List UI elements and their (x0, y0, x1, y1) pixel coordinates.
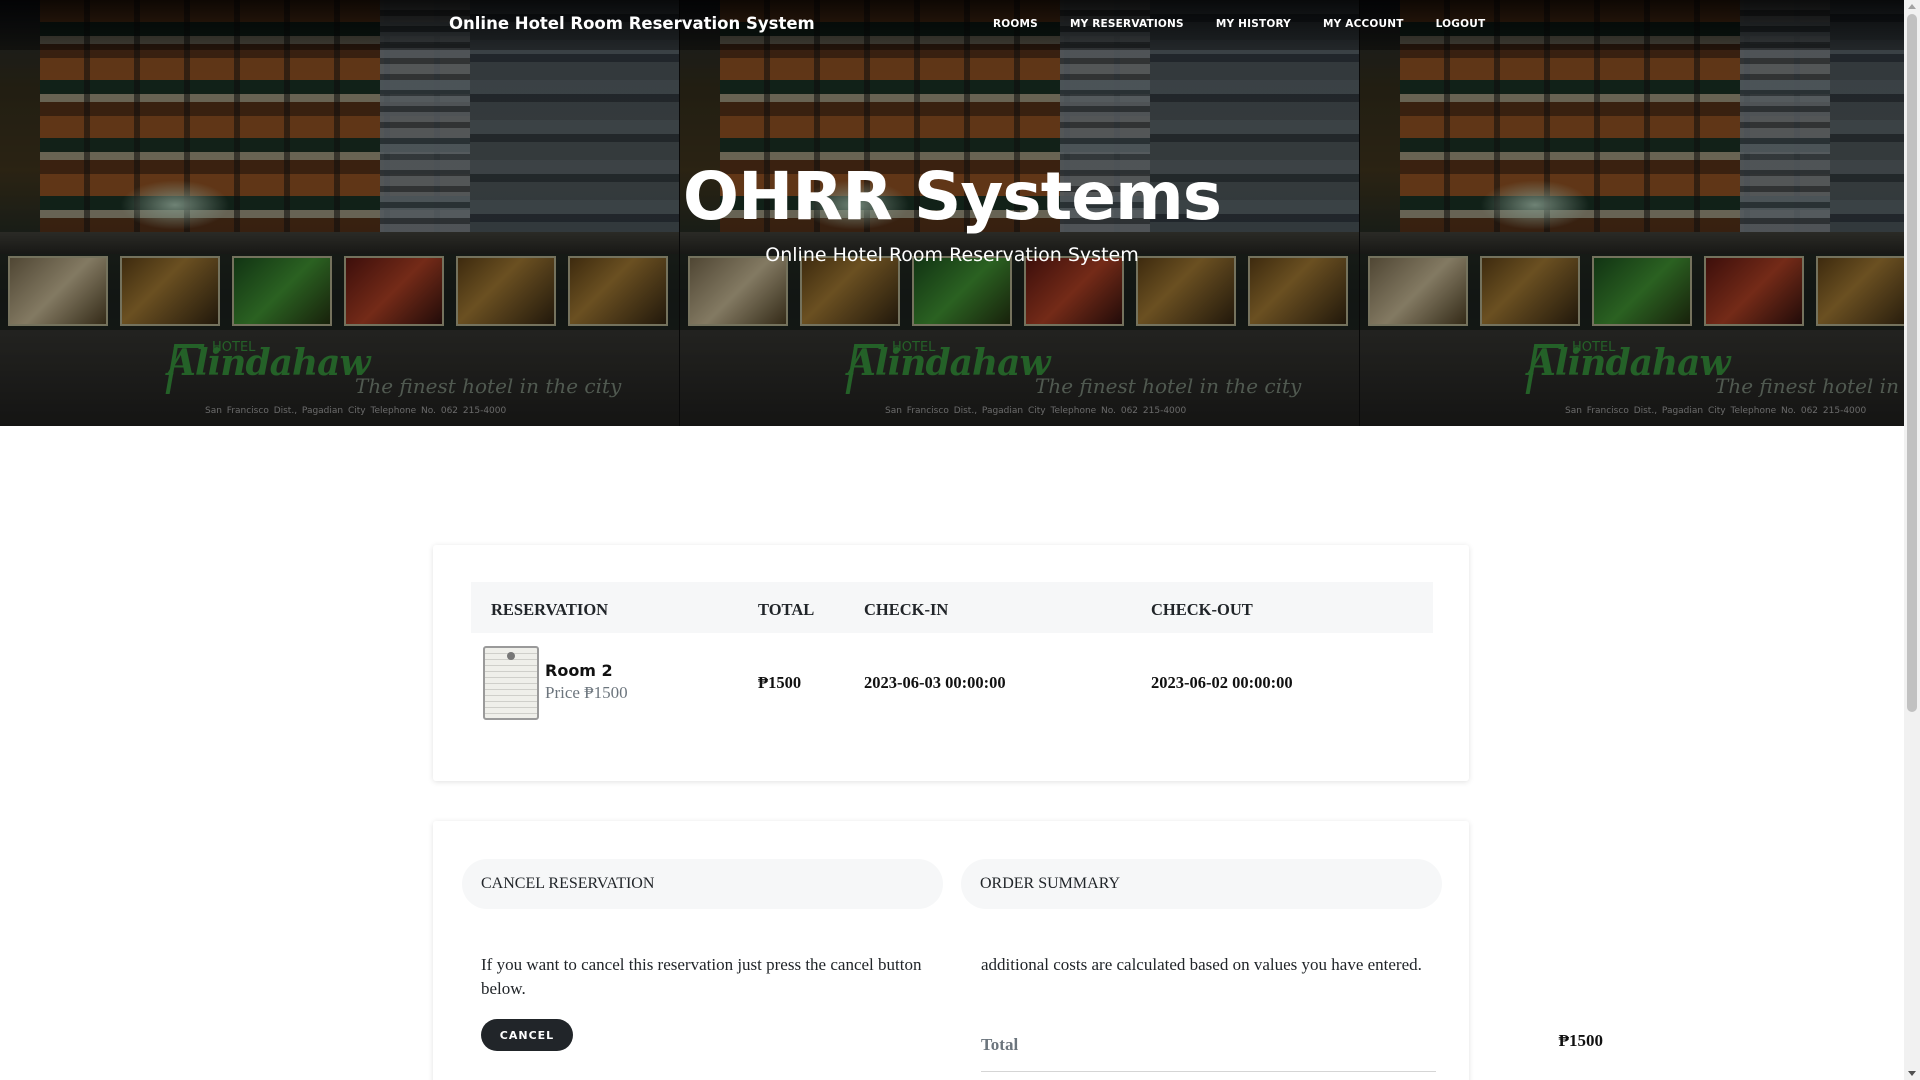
hero-title: OHRR Systems (682, 158, 1222, 235)
column-header-check-in: CHECK-IN (864, 600, 949, 619)
scrollbar-thumb[interactable] (1907, 14, 1917, 712)
cancel-reservation-title: CANCEL RESERVATION (481, 875, 655, 892)
nav-link-rooms[interactable]: ROOMS (993, 18, 1038, 30)
hero-banner: HOTEL Alindahaw The finest hotel in the … (0, 0, 1904, 426)
table-header-row: RESERVATION TOTAL CHECK-IN CHECK-OUT (471, 582, 1433, 633)
nav-link-logout[interactable]: LOGOUT (1436, 18, 1486, 30)
cancel-button[interactable]: CANCEL (481, 1019, 573, 1051)
room-thumbnail-image (483, 646, 539, 720)
summary-note: additional costs are calculated based on… (981, 955, 1422, 974)
cancel-instructions: If you want to cancel this reservation j… (481, 955, 922, 998)
column-header-reservation: RESERVATION (491, 600, 609, 619)
column-header-total: TOTAL (758, 600, 815, 619)
scroll-up-arrow-icon[interactable] (1908, 4, 1916, 9)
nav-links: ROOMS MY RESERVATIONS MY HISTORY MY ACCO… (993, 18, 1517, 30)
column-header-check-out: CHECK-OUT (1151, 600, 1253, 619)
nav-link-my-history[interactable]: MY HISTORY (1216, 18, 1291, 30)
nav-link-my-reservations[interactable]: MY RESERVATIONS (1070, 18, 1184, 30)
total-label: Total (981, 1035, 1019, 1054)
order-summary-title: ORDER SUMMARY (980, 875, 1121, 892)
reservation-actions-card: CANCEL RESERVATION ORDER SUMMARY If you … (433, 821, 1603, 1080)
divider (981, 1071, 1436, 1072)
reservation-card: RESERVATION TOTAL CHECK-IN CHECK-OUT Roo… (433, 545, 1469, 781)
check-in-date: 2023-06-03 00:00:00 (864, 673, 1006, 692)
table-row: Room 2 Price ₱1500 ₱1500 2023-06-03 00:0… (471, 633, 1433, 733)
hero-subtitle: Online Hotel Room Reservation System (765, 244, 1139, 266)
room-name: Room 2 (545, 661, 613, 680)
room-price: Price ₱1500 (545, 683, 628, 702)
check-out-date: 2023-06-02 00:00:00 (1151, 673, 1293, 692)
order-summary-header: ORDER SUMMARY (961, 859, 1442, 909)
nav-link-my-account[interactable]: MY ACCOUNT (1323, 18, 1404, 30)
total-value: ₱1500 (1558, 1031, 1603, 1050)
scroll-down-arrow-icon[interactable] (1908, 1071, 1916, 1076)
nav-brand-link[interactable]: Online Hotel Room Reservation System (449, 14, 815, 33)
cancel-reservation-header: CANCEL RESERVATION (462, 859, 943, 909)
reservation-total: ₱1500 (758, 673, 802, 692)
page-scrollbar[interactable] (1904, 0, 1920, 1080)
top-navbar: Online Hotel Room Reservation System ROO… (0, 0, 1904, 50)
